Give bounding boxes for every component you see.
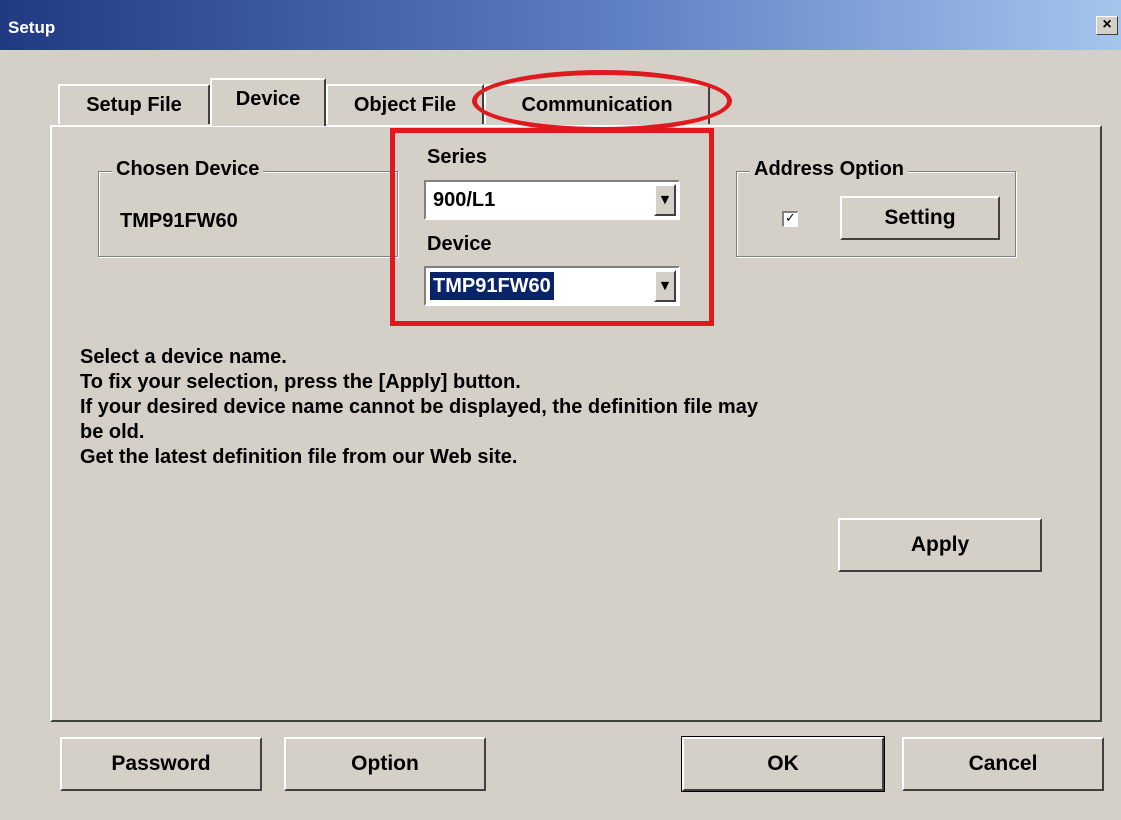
instruction-line: be old. [80, 421, 145, 443]
chosen-device-value: TMP91FW60 [120, 210, 238, 232]
cancel-button[interactable]: Cancel [902, 737, 1104, 791]
option-button[interactable]: Option [284, 737, 486, 791]
chosen-device-label: Chosen Device [112, 158, 264, 181]
close-button[interactable]: × [1096, 16, 1118, 35]
tab-label: Setup File [86, 94, 182, 116]
instruction-line: If your desired device name cannot be di… [80, 396, 758, 418]
tab-device[interactable]: Device [210, 78, 326, 126]
highlight-ellipse [472, 70, 732, 132]
instruction-line: Select a device name. [80, 346, 287, 368]
check-icon: ✓ [785, 211, 796, 226]
tab-object-file[interactable]: Object File [326, 84, 484, 124]
highlight-rectangle [390, 128, 714, 326]
instructions-text: Select a device name. To fix your select… [80, 345, 758, 470]
tab-label: Device [235, 88, 301, 110]
address-option-checkbox[interactable]: ✓ [782, 211, 798, 227]
window-title: Setup [8, 18, 56, 37]
instruction-line: To fix your selection, press the [Apply]… [80, 371, 521, 393]
ok-button[interactable]: OK [681, 736, 885, 792]
setting-button[interactable]: Setting [840, 196, 1000, 240]
password-button[interactable]: Password [60, 737, 262, 791]
tab-setup-file[interactable]: Setup File [58, 84, 210, 124]
close-icon: × [1102, 16, 1112, 33]
title-bar [0, 0, 1121, 50]
apply-button[interactable]: Apply [838, 518, 1042, 572]
tab-label: Object File [353, 94, 457, 116]
address-option-label: Address Option [750, 158, 909, 181]
instruction-line: Get the latest definition file from our … [80, 446, 518, 468]
